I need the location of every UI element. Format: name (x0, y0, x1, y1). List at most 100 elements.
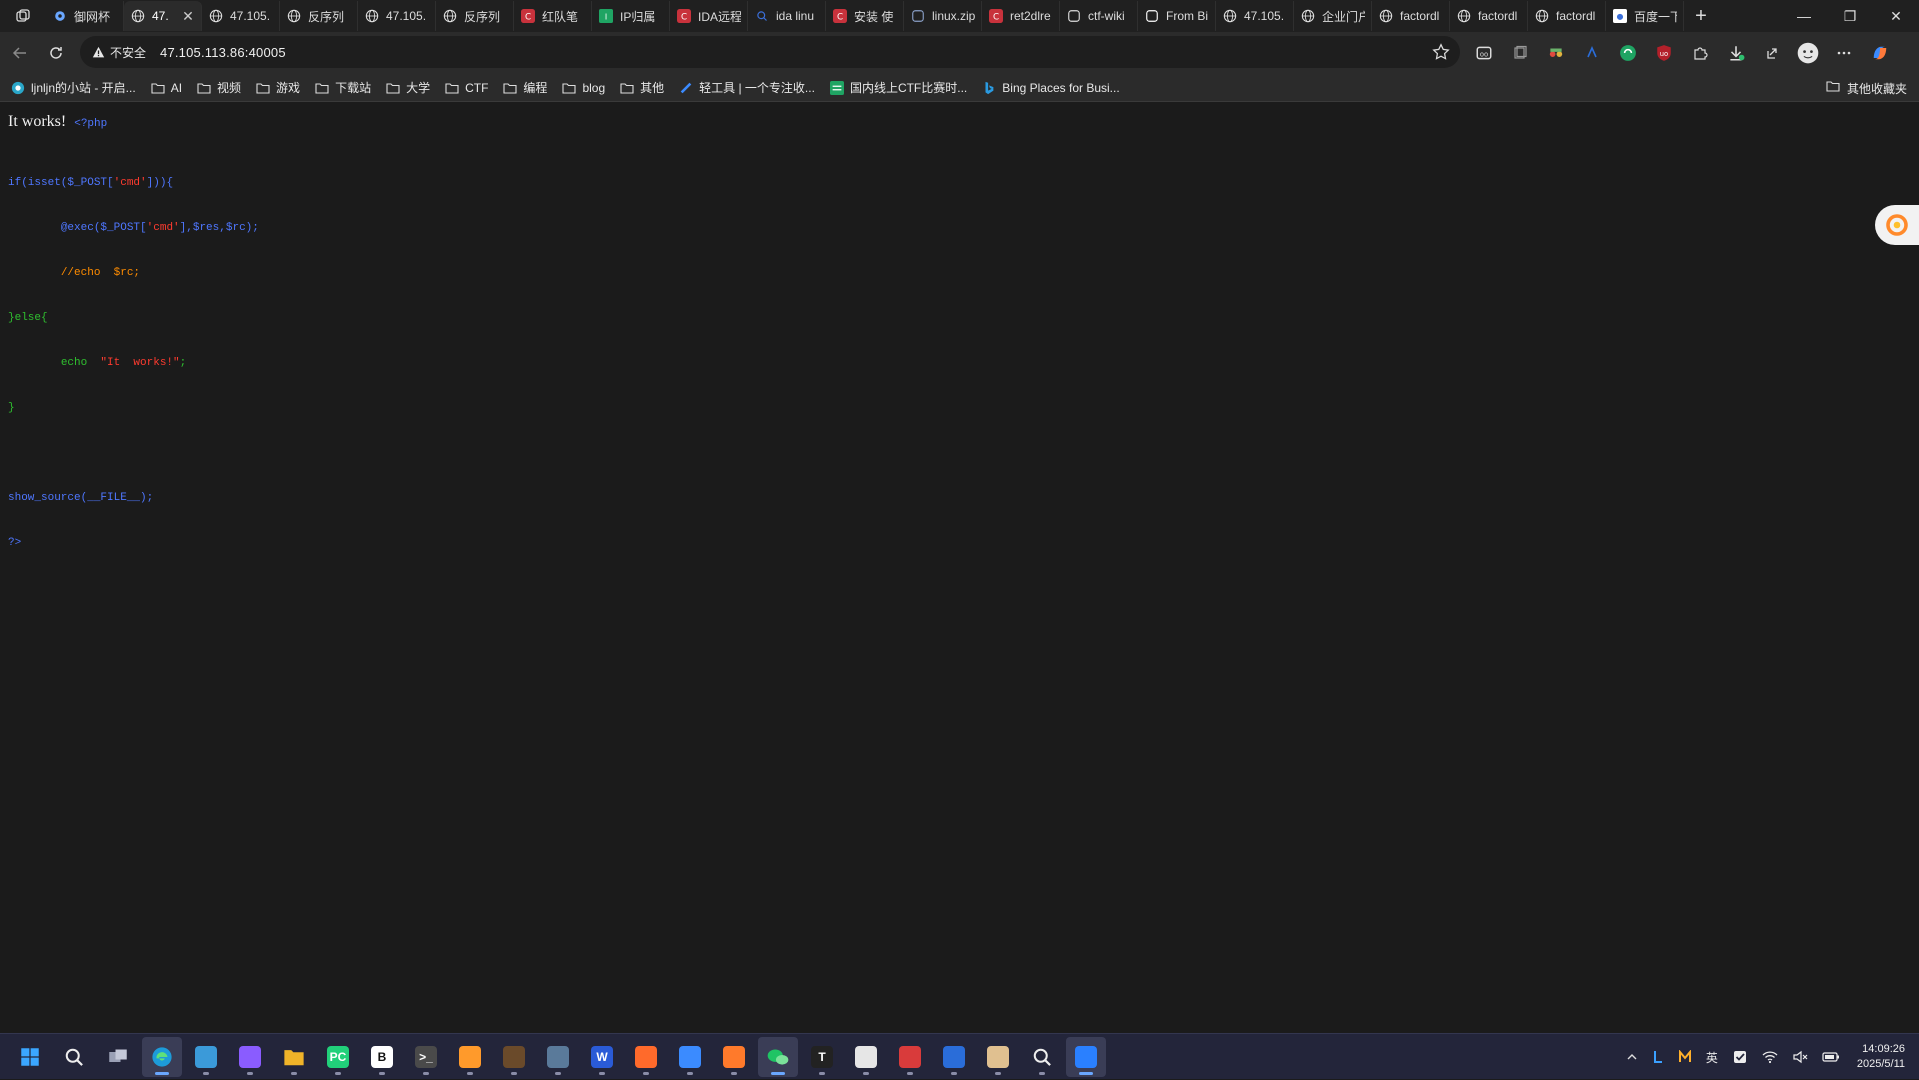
share-icon (1767, 48, 1777, 59)
browser-tab[interactable]: From Bi (1138, 1, 1216, 31)
tab-title: 47. (152, 9, 169, 23)
taskbar-app[interactable] (714, 1037, 754, 1077)
volume-button[interactable] (1785, 1042, 1815, 1072)
bookmark-item[interactable]: 游戏 (255, 79, 300, 96)
browser-tab[interactable]: 企业门户 (1294, 1, 1372, 31)
new-tab-button[interactable]: + (1686, 1, 1716, 31)
taskbar-app[interactable] (142, 1037, 182, 1077)
bookmark-label: AI (170, 80, 183, 95)
ublock-button[interactable]: uo (1646, 35, 1682, 71)
taskbar-app[interactable] (626, 1037, 666, 1077)
tray-app-3[interactable] (1725, 1042, 1755, 1072)
restore-button[interactable]: ❐ (1827, 0, 1873, 32)
floating-assistant-button[interactable] (1875, 205, 1919, 245)
taskbar-app[interactable] (494, 1037, 534, 1077)
taskbar-app[interactable] (1066, 1037, 1106, 1077)
bookmark-item[interactable]: 其他 (619, 79, 664, 96)
bookmark-item[interactable]: CTF (444, 80, 488, 96)
bookmark-item[interactable]: 下载站 (314, 79, 371, 96)
bookmark-item[interactable]: AI (150, 80, 182, 96)
browser-tab[interactable]: factordl (1528, 1, 1606, 31)
browser-tab[interactable]: factordl (1450, 1, 1528, 31)
bookmark-item[interactable]: Bing Places for Busi... (981, 80, 1120, 96)
warning-icon (92, 46, 105, 57)
extension-2-button[interactable] (1574, 35, 1610, 71)
browser-tab[interactable]: 百度一下 (1606, 1, 1684, 31)
ime-indicator[interactable]: 英 (1699, 1042, 1725, 1072)
browser-tab[interactable]: factordl (1372, 1, 1450, 31)
bookmark-item[interactable]: 轻工具 | 一个专注收... (678, 79, 815, 96)
browser-tab[interactable]: 47. ✕ (124, 1, 202, 31)
extension-1-button[interactable] (1538, 35, 1574, 71)
close-tab-icon[interactable]: ✕ (181, 8, 195, 25)
taskbar-app[interactable] (538, 1037, 578, 1077)
extension-3-button[interactable] (1610, 35, 1646, 71)
back-button[interactable] (2, 35, 38, 71)
browser-tab[interactable]: ctf-wiki (1060, 1, 1138, 31)
collections-button[interactable] (1502, 35, 1538, 71)
taskbar-app[interactable]: W (582, 1037, 622, 1077)
extensions-button[interactable] (1682, 35, 1718, 71)
taskbar-app[interactable] (10, 1037, 50, 1077)
taskbar-app[interactable] (186, 1037, 226, 1077)
taskbar-app[interactable] (890, 1037, 930, 1077)
downloads-button[interactable] (1718, 35, 1754, 71)
taskbar-app[interactable] (758, 1037, 798, 1077)
copilot-button[interactable] (1862, 35, 1898, 71)
browser-tab[interactable]: 47.105. (1216, 1, 1294, 31)
bookmark-item[interactable]: 编程 (502, 79, 547, 96)
taskbar-app[interactable] (54, 1037, 94, 1077)
workspaces-button[interactable] (0, 0, 46, 32)
browser-tab[interactable]: I IP归属 (592, 1, 670, 31)
browser-tab[interactable]: C IDA远程 (670, 1, 748, 31)
bookmark-item[interactable]: 国内线上CTF比赛时... (829, 79, 967, 96)
tray-overflow-button[interactable] (1619, 1042, 1645, 1072)
bookmark-item[interactable]: 视频 (196, 79, 241, 96)
taskbar-app[interactable]: PC (318, 1037, 358, 1077)
network-button[interactable] (1755, 1042, 1785, 1072)
taskbar-app[interactable] (98, 1037, 138, 1077)
taskbar-app[interactable] (274, 1037, 314, 1077)
taskbar-app[interactable] (1022, 1037, 1062, 1077)
browser-tab[interactable]: 47.105. (358, 1, 436, 31)
other-bookmarks-button[interactable]: 其他收藏夹 (1826, 74, 1907, 102)
bookmark-item[interactable]: 大学 (385, 79, 430, 96)
taskbar-app[interactable] (230, 1037, 270, 1077)
browser-tab[interactable]: ida linu (748, 1, 826, 31)
taskbar-app[interactable]: B (362, 1037, 402, 1077)
browser-tab[interactable]: C 红队笔 (514, 1, 592, 31)
taskbar-app[interactable]: >_ (406, 1037, 446, 1077)
bookmark-item[interactable]: ljnljn的小站 - 开启... (10, 79, 136, 96)
browser-tab[interactable]: linux.zip (904, 1, 982, 31)
taskbar-app[interactable]: T (802, 1037, 842, 1077)
taskbar-app[interactable] (450, 1037, 490, 1077)
reader-button[interactable]: oo (1466, 35, 1502, 71)
browser-tab[interactable]: 反序列 (436, 1, 514, 31)
refresh-button[interactable] (38, 35, 74, 71)
close-button[interactable]: ✕ (1873, 0, 1919, 32)
taskbar-app[interactable] (934, 1037, 974, 1077)
profile-button[interactable] (1790, 35, 1826, 71)
favorite-button[interactable] (1432, 43, 1450, 66)
battery-button[interactable] (1815, 1042, 1847, 1072)
share-button[interactable] (1754, 35, 1790, 71)
security-indicator[interactable]: 不安全 (92, 44, 146, 61)
taskbar-app[interactable] (978, 1037, 1018, 1077)
more-menu-button[interactable] (1826, 35, 1862, 71)
browser-tab[interactable]: 反序列 (280, 1, 358, 31)
browser-tab[interactable]: C 安装 使 (826, 1, 904, 31)
bookmark-item[interactable]: blog (561, 80, 605, 96)
address-bar[interactable]: 不安全 47.105.113.86:40005 (80, 36, 1460, 68)
url-text[interactable]: 47.105.113.86:40005 (160, 45, 286, 60)
clock[interactable]: 14:09:26 2025/5/11 (1847, 1042, 1909, 1072)
window-controls: — ❐ ✕ (1781, 0, 1919, 32)
minimize-button[interactable]: — (1781, 0, 1827, 32)
browser-tab[interactable]: Cret2dlre (982, 1, 1060, 31)
tray-app-2[interactable] (1671, 1042, 1699, 1072)
tray-app-1[interactable] (1645, 1042, 1671, 1072)
taskbar-app[interactable] (846, 1037, 886, 1077)
browser-tab[interactable]: 47.105. (202, 1, 280, 31)
taskbar-app[interactable] (670, 1037, 710, 1077)
clock-time: 14:09:26 (1862, 1043, 1905, 1055)
browser-tab[interactable]: 御网杯 (46, 1, 124, 31)
